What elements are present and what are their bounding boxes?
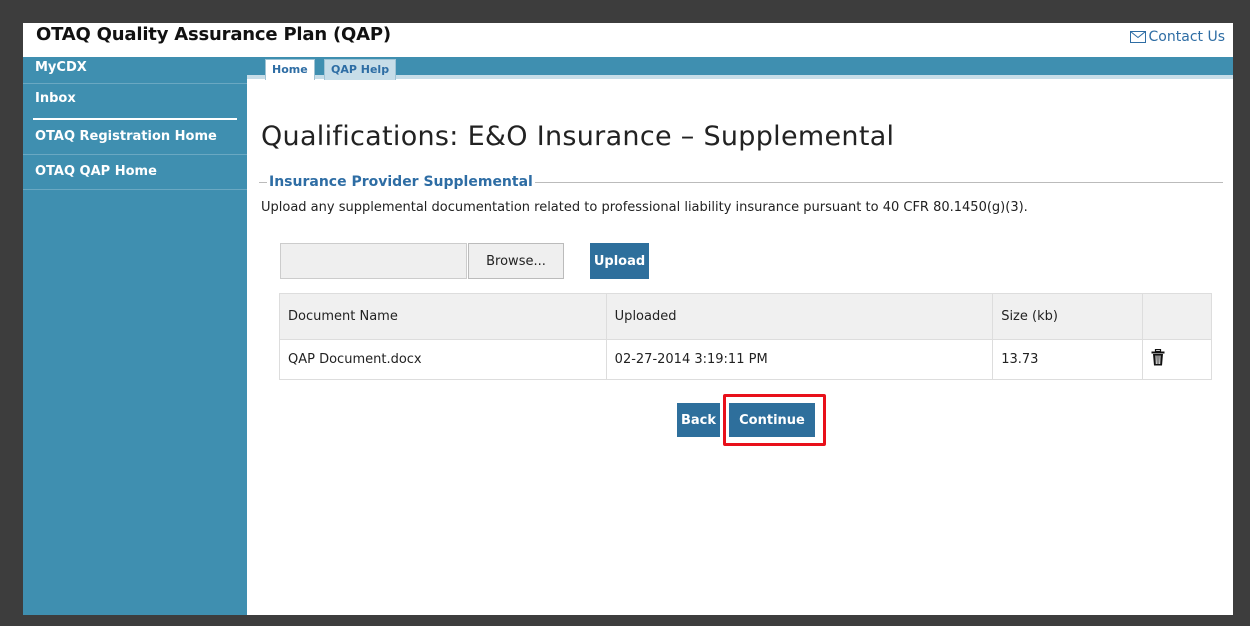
browse-button[interactable]: Browse... [468, 243, 564, 279]
app-title: OTAQ Quality Assurance Plan (QAP) [36, 24, 391, 45]
file-path-input[interactable] [280, 243, 467, 279]
contact-us-link[interactable]: Contact Us [1129, 29, 1225, 45]
sidebar-item-otaq-qap-home[interactable]: OTAQ QAP Home [23, 155, 247, 190]
section-legend: Insurance Provider Supplemental [259, 175, 1223, 189]
sidebar-item-inbox[interactable]: Inbox [23, 84, 247, 118]
contact-us-label: Contact Us [1148, 29, 1225, 45]
continue-button[interactable]: Continue [729, 403, 815, 437]
envelope-icon [1129, 31, 1146, 43]
column-header-actions [1142, 293, 1212, 340]
tab-bar: Home QAP Help [247, 57, 1233, 80]
cell-size: 13.73 [992, 339, 1144, 380]
page-title: Qualifications: E&O Insurance – Suppleme… [261, 121, 895, 152]
tab-home[interactable]: Home [265, 59, 315, 80]
column-header-document-name: Document Name [279, 293, 607, 340]
sidebar-item-otaq-registration-home[interactable]: OTAQ Registration Home [23, 120, 247, 155]
cell-document-name: QAP Document.docx [279, 339, 607, 380]
main-content: Qualifications: E&O Insurance – Suppleme… [247, 79, 1233, 615]
app-window: OTAQ Quality Assurance Plan (QAP) Contac… [23, 23, 1233, 615]
cell-actions [1142, 339, 1212, 380]
table-header-row: Document Name Uploaded Size (kb) [279, 293, 1212, 340]
sidebar: MyCDX Inbox OTAQ Registration Home OTAQ … [23, 57, 247, 615]
upload-button[interactable]: Upload [590, 243, 649, 279]
app-header: OTAQ Quality Assurance Plan (QAP) Contac… [23, 23, 1233, 57]
sidebar-item-mycdx[interactable]: MyCDX [23, 57, 247, 84]
documents-table: Document Name Uploaded Size (kb) QAP Doc… [279, 293, 1212, 380]
column-header-size: Size (kb) [992, 293, 1144, 340]
table-row: QAP Document.docx 02-27-2014 3:19:11 PM … [279, 339, 1212, 380]
back-button[interactable]: Back [677, 403, 720, 437]
column-header-uploaded: Uploaded [605, 293, 994, 340]
trash-icon[interactable] [1151, 348, 1165, 370]
section-label: Insurance Provider Supplemental [267, 174, 535, 190]
cell-uploaded: 02-27-2014 3:19:11 PM [605, 339, 994, 380]
tab-qap-help[interactable]: QAP Help [324, 59, 397, 80]
section-description: Upload any supplemental documentation re… [261, 200, 1028, 215]
